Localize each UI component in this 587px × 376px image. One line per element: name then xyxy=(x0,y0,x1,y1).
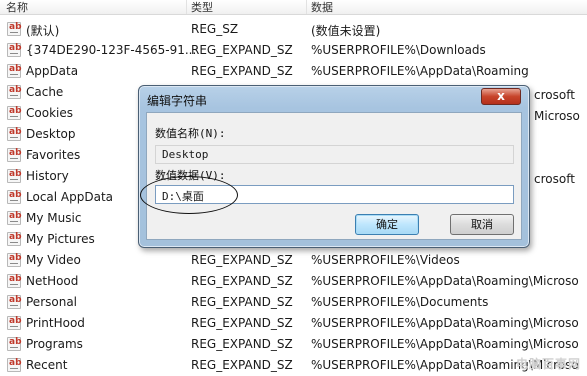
list-item[interactable]: {374DE290-123F-4565-91...REG_EXPAND_SZ %U… xyxy=(0,40,587,61)
value-name: Cookies xyxy=(26,106,73,120)
data-fragment: Microso xyxy=(534,109,580,123)
string-value-icon xyxy=(7,43,22,57)
value-name: Local AppData xyxy=(26,190,114,204)
close-button[interactable]: x xyxy=(481,88,521,105)
value-type: REG_EXPAND_SZ xyxy=(191,274,293,288)
value-name: PrintHood xyxy=(26,316,85,330)
value-name: Personal xyxy=(26,295,78,309)
value-name: Recent xyxy=(26,358,68,372)
value-data: %USERPROFILE%\AppData\Roaming\Microso xyxy=(311,274,579,288)
string-value-icon xyxy=(7,358,22,372)
value-name: My Video xyxy=(26,253,81,267)
value-data: %USERPROFILE%\Documents xyxy=(311,295,489,309)
watermark-logo: 电脑百事网 xyxy=(515,357,581,371)
column-divider[interactable] xyxy=(186,0,187,14)
string-value-icon xyxy=(7,106,22,120)
value-name: {374DE290-123F-4565-91... xyxy=(26,43,197,57)
value-name: Favorites xyxy=(26,148,81,162)
value-data: %USERPROFILE%\AppData\Roaming\Microso xyxy=(311,337,579,351)
list-header: 名称 类型 数据 xyxy=(0,0,587,15)
string-value-icon xyxy=(7,127,22,141)
value-type: REG_EXPAND_SZ xyxy=(191,316,293,330)
value-name-field: Desktop xyxy=(155,145,514,164)
value-name: My Pictures xyxy=(26,232,95,246)
value-name: AppData xyxy=(26,64,79,78)
value-data: %USERPROFILE%\AppData\Roaming xyxy=(311,64,529,78)
list-item[interactable]: NetHood REG_EXPAND_SZ %USERPROFILE%\AppDat… xyxy=(0,271,587,292)
value-name: Desktop xyxy=(26,127,76,141)
value-name: Cache xyxy=(26,85,64,99)
string-value-icon xyxy=(7,253,22,267)
value-data: %USERPROFILE%\AppData\Roaming\Microso xyxy=(311,316,579,330)
string-value-icon xyxy=(7,316,22,330)
list-item[interactable]: Personal REG_EXPAND_SZ %USERPROFILE%\Docum… xyxy=(0,292,587,313)
edit-string-dialog: 编辑字符串 x 数值名称(N): Desktop 数值数据(V): D:\桌面 … xyxy=(138,85,530,248)
value-name: My Music xyxy=(26,211,82,225)
value-type: REG_EXPAND_SZ xyxy=(191,358,293,372)
string-value-icon xyxy=(7,85,22,99)
value-type: REG_EXPAND_SZ xyxy=(191,253,293,267)
close-icon: x xyxy=(497,89,505,103)
value-type: REG_EXPAND_SZ xyxy=(191,43,293,57)
highlight-ellipse xyxy=(140,176,238,214)
data-fragment: crosoft xyxy=(534,88,575,102)
column-divider[interactable] xyxy=(306,0,307,14)
value-name-label: 数值名称(N): xyxy=(155,127,226,140)
value-type: REG_EXPAND_SZ xyxy=(191,337,293,351)
value-type: REG_EXPAND_SZ xyxy=(191,64,293,78)
data-fragment: crosoft xyxy=(534,172,575,186)
list-item[interactable]: My Video REG_EXPAND_SZ %USERPROFILE%\Video… xyxy=(0,250,587,271)
string-value-icon xyxy=(7,190,22,204)
list-item[interactable]: PrintHood REG_EXPAND_SZ %USERPROFILE%\AppD… xyxy=(0,313,587,334)
string-value-icon xyxy=(7,169,22,183)
value-name: History xyxy=(26,169,69,183)
string-value-icon xyxy=(7,295,22,309)
value-data: (数值未设置) xyxy=(311,24,381,38)
cancel-button[interactable]: 取消 xyxy=(450,214,514,235)
list-item[interactable]: (默认) REG_SZ (数值未设置) xyxy=(0,19,587,40)
value-data: %USERPROFILE%\Videos xyxy=(311,253,460,267)
list-item[interactable]: AppData REG_EXPAND_SZ %USERPROFILE%\AppDat… xyxy=(0,61,587,82)
string-value-icon xyxy=(7,148,22,162)
string-value-icon xyxy=(7,22,22,36)
ok-button[interactable]: 确定 xyxy=(355,214,419,235)
dialog-title: 编辑字符串 xyxy=(147,94,208,108)
list-item[interactable]: RecentREG_EXPAND_SZ%USERPROFILE%\AppData… xyxy=(0,355,587,376)
column-header-type[interactable]: 类型 xyxy=(191,0,213,15)
string-value-icon xyxy=(7,64,22,78)
value-name: (默认) xyxy=(26,24,60,38)
value-data: %USERPROFILE%\Downloads xyxy=(311,43,486,57)
value-name: NetHood xyxy=(26,274,79,288)
string-value-icon xyxy=(7,232,22,246)
string-value-icon xyxy=(7,211,22,225)
string-value-icon xyxy=(7,337,22,351)
string-value-icon xyxy=(7,274,22,288)
value-name: Programs xyxy=(26,337,83,351)
value-type: REG_EXPAND_SZ xyxy=(191,295,293,309)
list-item[interactable]: Programs REG_EXPAND_SZ %USERPROFILE%\AppDa… xyxy=(0,334,587,355)
column-header-data[interactable]: 数据 xyxy=(311,0,333,15)
column-header-name[interactable]: 名称 xyxy=(6,0,28,15)
value-type: REG_SZ xyxy=(191,22,239,36)
